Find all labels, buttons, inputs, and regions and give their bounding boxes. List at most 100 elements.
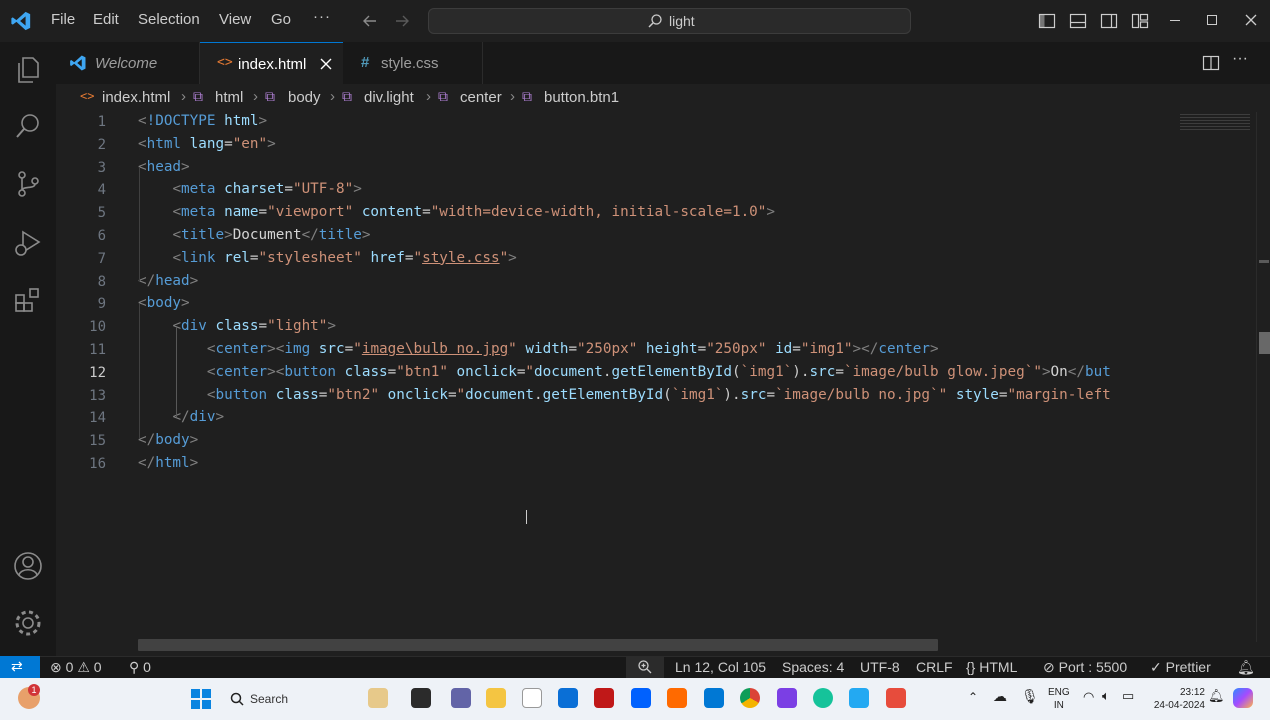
code-line[interactable]: <center><img src="image\bulb no.jpg" wid… [138,341,939,357]
cloud-icon[interactable]: ☁ [993,688,1007,705]
bell-icon[interactable]: 🔔︎ [1237,659,1255,676]
app-icon[interactable] [777,688,797,708]
code-line[interactable]: </html> [138,455,198,471]
code-line[interactable]: <!DOCTYPE html> [138,113,267,129]
toggle-panel-icon[interactable] [1069,12,1087,30]
battery-icon[interactable]: ▭ [1122,688,1134,704]
remote-icon: ⇄ [11,658,23,674]
file-explorer-icon[interactable] [486,688,506,708]
code-line[interactable]: <center><button class="btn1" onclick="do… [138,364,1111,380]
mail-icon[interactable] [704,688,724,708]
vscode-logo-icon [10,10,32,32]
code-line[interactable]: <html lang="en"> [138,136,276,152]
menu-go[interactable]: Go [271,11,291,28]
zoom-icon[interactable] [626,656,664,679]
close-tab-icon[interactable] [319,57,333,71]
chevron-up-icon[interactable]: ⌃ [968,690,978,704]
split-editor-icon[interactable] [1202,54,1220,72]
prettier-status[interactable]: ✓ Prettier [1150,659,1211,676]
breadcrumb-item[interactable]: html [215,89,243,106]
breadcrumb-item[interactable]: body [288,89,321,106]
menu-edit[interactable]: Edit [93,11,119,28]
toggle-secondary-sidebar-icon[interactable] [1100,12,1118,30]
minimize-window-icon[interactable] [1170,20,1180,21]
close-window-icon[interactable] [1244,13,1258,27]
tab-welcome[interactable]: Welcome [56,42,200,84]
store-icon[interactable] [558,688,578,708]
breadcrumb-item[interactable]: div.light [364,89,414,106]
task-view-icon[interactable] [411,688,431,708]
tab-index-html[interactable]: <> index.html [200,42,343,84]
code-line[interactable]: <div class="light"> [138,318,336,334]
minimap[interactable] [1176,112,1256,642]
activity-bar [0,42,56,656]
search-sidebar-icon[interactable] [15,112,41,140]
mcafee-icon[interactable] [594,688,614,708]
code-line[interactable]: <body> [138,295,190,311]
notification-bell-icon[interactable]: 🔔︎ [1208,688,1225,704]
menu-selection[interactable]: Selection [138,11,200,28]
tab-label: index.html [238,56,307,73]
code-editor[interactable]: 1 <!DOCTYPE html> 2 <html lang="en"> 3 <head>… [56,112,1270,656]
accounts-icon[interactable] [13,551,43,581]
teams-icon[interactable] [451,688,471,708]
widget-icon[interactable] [368,688,388,708]
more-menu-icon[interactable]: ··· [313,8,331,25]
copilot-icon[interactable] [1233,688,1253,708]
live-server-port[interactable]: ⊘ Port : 5500 [1043,659,1127,676]
code-line[interactable]: <title>Document</title> [138,227,370,243]
code-line[interactable]: </body> [138,432,198,448]
problems-status[interactable]: ⊗ 0 ⚠ 0 [50,659,102,676]
code-line[interactable]: <head> [138,159,190,175]
explorer-icon[interactable] [15,56,41,84]
breadcrumb-item[interactable]: center [460,89,502,106]
tab-style-css[interactable]: # style.css [343,42,483,84]
restore-window-icon[interactable] [1207,15,1217,25]
ports-status[interactable]: ⚲ 0 [129,659,151,676]
more-actions-icon[interactable]: ··· [1232,50,1248,68]
run-debug-icon[interactable] [13,228,43,258]
encoding-status[interactable]: UTF-8 [860,659,900,675]
manage-gear-icon[interactable] [13,608,43,638]
vscode-taskbar-icon[interactable] [849,688,869,708]
language-mode[interactable]: {} HTML [966,659,1017,675]
double-check-icon: ✓ [1150,659,1162,675]
vertical-scrollbar[interactable] [1256,112,1270,642]
back-arrow-icon[interactable] [362,13,378,29]
clock[interactable]: 23:12 24-04-2024 [1143,686,1205,712]
breadcrumb-item[interactable]: button.btn1 [544,89,619,106]
volume-icon[interactable]: 🔈︎ [1102,688,1110,704]
language-indicator[interactable]: ENG IN [1048,686,1070,712]
extensions-icon[interactable] [14,286,42,314]
recorder-icon[interactable] [886,688,906,708]
remote-indicator[interactable]: ⇄ [0,656,40,679]
taskbar-search[interactable]: Search [222,685,342,713]
forward-arrow-icon[interactable] [394,13,410,29]
menu-view[interactable]: View [219,11,251,28]
indentation-status[interactable]: Spaces: 4 [782,659,844,675]
app-icon[interactable] [667,688,687,708]
code-line[interactable]: <link rel="stylesheet" href="style.css"> [138,250,516,266]
code-line[interactable]: <meta charset="UTF-8"> [138,181,361,197]
windows-start-icon[interactable] [191,689,211,709]
microphone-icon[interactable]: 🎙︎ [1021,688,1039,705]
line-number: 8 [97,273,106,290]
menu-file[interactable]: File [51,11,75,28]
code-line[interactable]: <meta name="viewport" content="width=dev… [138,204,775,220]
code-line[interactable]: <button class="btn2" onclick="document.g… [138,387,1111,403]
source-control-icon[interactable] [15,170,41,198]
code-line[interactable]: </div> [138,409,224,425]
dropbox-icon[interactable] [631,688,651,708]
grammarly-icon[interactable] [813,688,833,708]
cursor-position[interactable]: Ln 12, Col 105 [675,659,766,675]
customize-layout-icon[interactable] [1131,12,1149,30]
command-center-search[interactable]: light [428,8,911,34]
chrome-icon[interactable] [740,688,760,708]
eol-status[interactable]: CRLF [916,659,953,675]
horizontal-scrollbar[interactable] [138,639,938,651]
wifi-icon[interactable]: ◠ [1083,689,1094,705]
breadcrumb-item[interactable]: index.html [102,89,170,106]
toggle-primary-sidebar-icon[interactable] [1038,12,1056,30]
code-line[interactable]: </head> [138,273,198,289]
notepad-icon[interactable] [522,688,542,708]
